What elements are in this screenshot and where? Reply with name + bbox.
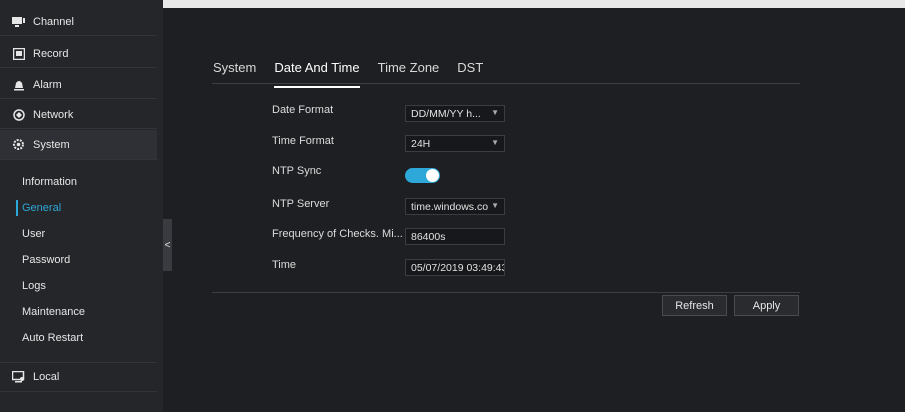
monitor-icon: [12, 15, 25, 28]
gear-icon: [12, 138, 25, 151]
sidebar-subitem-auto-restart[interactable]: Auto Restart: [10, 327, 157, 349]
sidebar-item-local[interactable]: Local: [0, 362, 157, 392]
frequency-value: 86400s: [411, 230, 446, 243]
sidebar-subitem-user[interactable]: User: [10, 223, 157, 245]
sidebar-item-network[interactable]: Network: [0, 101, 157, 129]
sidebar-collapse-button[interactable]: <: [163, 219, 172, 271]
sidebar-item-record[interactable]: Record: [0, 40, 157, 68]
network-icon: [12, 108, 25, 121]
chevron-down-icon: ▼: [491, 108, 499, 117]
sidebar: Channel Record Alarm Network System Info…: [0, 0, 163, 412]
date-format-select[interactable]: DD/MM/YY h... ▼: [405, 105, 505, 122]
sidebar-item-channel[interactable]: Channel: [0, 8, 157, 36]
sidebar-item-system[interactable]: System: [0, 130, 157, 160]
time-format-value: 24H: [411, 137, 431, 150]
sidebar-subitem-logs[interactable]: Logs: [10, 275, 157, 297]
ntp-server-value: time.windows.co: [411, 200, 489, 213]
frequency-input[interactable]: 86400s: [405, 228, 505, 245]
sidebar-subitem-maintenance[interactable]: Maintenance: [10, 301, 157, 323]
form-divider: [212, 292, 800, 293]
time-input[interactable]: 05/07/2019 03:49:43: [405, 259, 505, 276]
apply-button[interactable]: Apply: [734, 295, 799, 316]
sidebar-item-label: Record: [33, 47, 69, 60]
sidebar-item-label: Network: [33, 108, 74, 121]
sidebar-item-label: Alarm: [33, 78, 62, 91]
chevron-down-icon: ▼: [491, 201, 499, 210]
ntp-sync-toggle[interactable]: [405, 168, 440, 183]
sidebar-item-label: System: [33, 138, 70, 151]
time-label: Time: [272, 259, 297, 271]
sidebar-item-label: Channel: [33, 15, 74, 28]
date-format-value: DD/MM/YY h...: [411, 107, 481, 120]
date-format-label: Date Format: [272, 104, 334, 116]
time-format-label: Time Format: [272, 135, 334, 147]
time-format-select[interactable]: 24H ▼: [405, 135, 505, 152]
refresh-button[interactable]: Refresh: [662, 295, 727, 316]
sidebar-item-alarm[interactable]: Alarm: [0, 71, 157, 99]
sidebar-subitem-general[interactable]: General: [10, 197, 157, 219]
sidebar-item-label: Local: [33, 371, 60, 383]
toggle-knob: [426, 169, 439, 182]
local-icon: [12, 371, 25, 384]
time-value: 05/07/2019 03:49:43: [411, 261, 505, 274]
ntp-server-select[interactable]: time.windows.co ▼: [405, 198, 505, 215]
ntp-sync-label: NTP Sync: [272, 165, 322, 177]
sidebar-subitem-password[interactable]: Password: [10, 249, 157, 271]
tab-divider: [212, 83, 800, 84]
frequency-label: Frequency of Checks. Mi...: [272, 228, 403, 240]
chevron-down-icon: ▼: [491, 138, 499, 147]
record-icon: [12, 47, 25, 60]
alarm-icon: [12, 78, 25, 91]
ntp-server-label: NTP Server: [272, 198, 330, 210]
sidebar-subitem-information[interactable]: Information: [10, 171, 157, 193]
